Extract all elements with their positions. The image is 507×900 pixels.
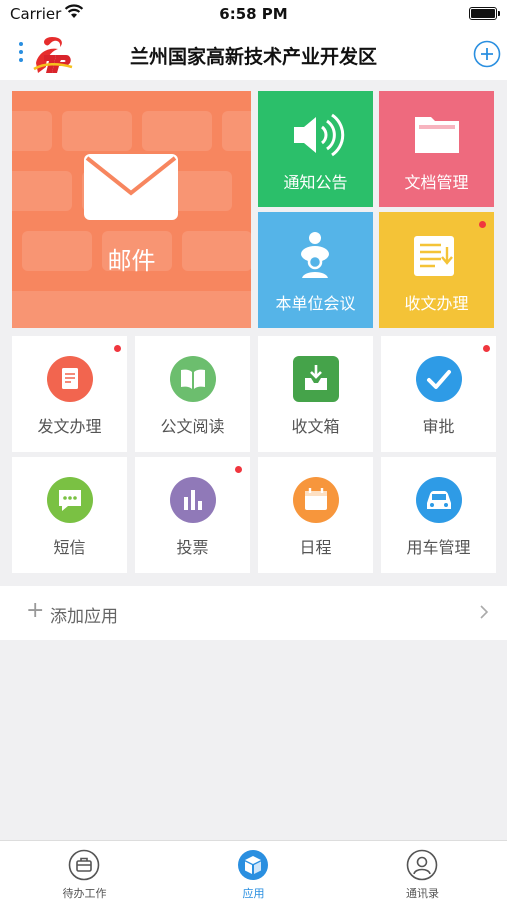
calendar-icon xyxy=(293,477,339,523)
tab-bar: 待办工作 应用 通讯录 xyxy=(0,840,507,900)
document-edit-icon xyxy=(47,356,93,402)
receive-document-icon xyxy=(414,236,454,276)
app-vote[interactable]: 投票 xyxy=(135,457,250,573)
app-grid: 邮件 通知公告 文档管理 本单位会议 收文办理 发文办理 公文阅读 收文箱 审批… xyxy=(12,91,496,573)
meeting-tile[interactable]: 本单位会议 xyxy=(258,212,373,328)
meeting-label: 本单位会议 xyxy=(275,294,356,313)
docs-label: 文档管理 xyxy=(404,173,469,192)
car-icon xyxy=(416,477,462,523)
tab-label: 应用 xyxy=(242,887,265,900)
app-inbox[interactable]: 收文箱 xyxy=(258,336,373,452)
receive-badge-dot xyxy=(479,221,486,228)
app-label: 审批 xyxy=(422,417,455,436)
app-approval[interactable]: 审批 xyxy=(381,336,496,452)
app-send-doc[interactable]: 发文办理 xyxy=(12,336,127,452)
speaker-icon xyxy=(294,113,345,157)
tab-label: 待办工作 xyxy=(62,887,107,900)
tab-todo[interactable]: 待办工作 xyxy=(0,841,169,900)
page-title: 兰州国家高新技术产业开发区 xyxy=(129,46,377,68)
badge-dot xyxy=(483,345,490,352)
tab-contacts[interactable]: 通讯录 xyxy=(338,841,507,900)
badge-dot xyxy=(235,466,242,473)
tab-label: 通讯录 xyxy=(406,887,439,900)
bar-chart-icon xyxy=(170,477,216,523)
app-sms[interactable]: 短信 xyxy=(12,457,127,573)
app-label: 日程 xyxy=(299,538,332,557)
nav-bar: 兰州国家高新技术产业开发区 xyxy=(0,28,507,80)
app-car[interactable]: 用车管理 xyxy=(381,457,496,573)
plus-icon: + xyxy=(26,598,45,623)
briefcase-icon xyxy=(68,849,100,881)
app-label: 收文箱 xyxy=(291,417,340,436)
status-time: 6:58 PM xyxy=(219,5,288,23)
status-bar: Carrier 6:58 PM xyxy=(0,0,507,28)
add-circle-icon[interactable] xyxy=(473,40,501,68)
envelope-icon xyxy=(84,154,178,220)
mail-tile[interactable]: 邮件 xyxy=(12,91,251,328)
badge-dot xyxy=(114,345,121,352)
cube-icon xyxy=(238,850,268,880)
receive-label: 收文办理 xyxy=(404,294,469,313)
app-label: 用车管理 xyxy=(406,538,471,557)
add-app-row[interactable]: + 添加应用 xyxy=(0,586,507,640)
notice-tile[interactable]: 通知公告 xyxy=(258,91,373,207)
open-book-icon xyxy=(170,356,216,402)
battery-icon xyxy=(469,7,500,20)
app-read-doc[interactable]: 公文阅读 xyxy=(135,336,250,452)
meeting-people-icon xyxy=(301,232,329,278)
inbox-download-icon xyxy=(293,356,339,402)
chevron-right-icon xyxy=(480,605,489,619)
mail-label: 邮件 xyxy=(107,247,156,275)
app-schedule[interactable]: 日程 xyxy=(258,457,373,573)
contacts-icon xyxy=(406,849,438,881)
checkmark-icon xyxy=(416,356,462,402)
app-label: 短信 xyxy=(53,538,86,557)
app-label: 公文阅读 xyxy=(160,417,225,436)
receive-tile[interactable]: 收文办理 xyxy=(379,212,494,328)
app-label: 投票 xyxy=(176,538,209,557)
tab-apps[interactable]: 应用 xyxy=(169,841,338,900)
add-app-label: 添加应用 xyxy=(50,607,118,627)
chat-bubble-icon xyxy=(47,477,93,523)
docs-tile[interactable]: 文档管理 xyxy=(379,91,494,207)
folder-icon xyxy=(415,117,459,153)
app-label: 发文办理 xyxy=(37,417,102,436)
notice-label: 通知公告 xyxy=(283,173,348,192)
